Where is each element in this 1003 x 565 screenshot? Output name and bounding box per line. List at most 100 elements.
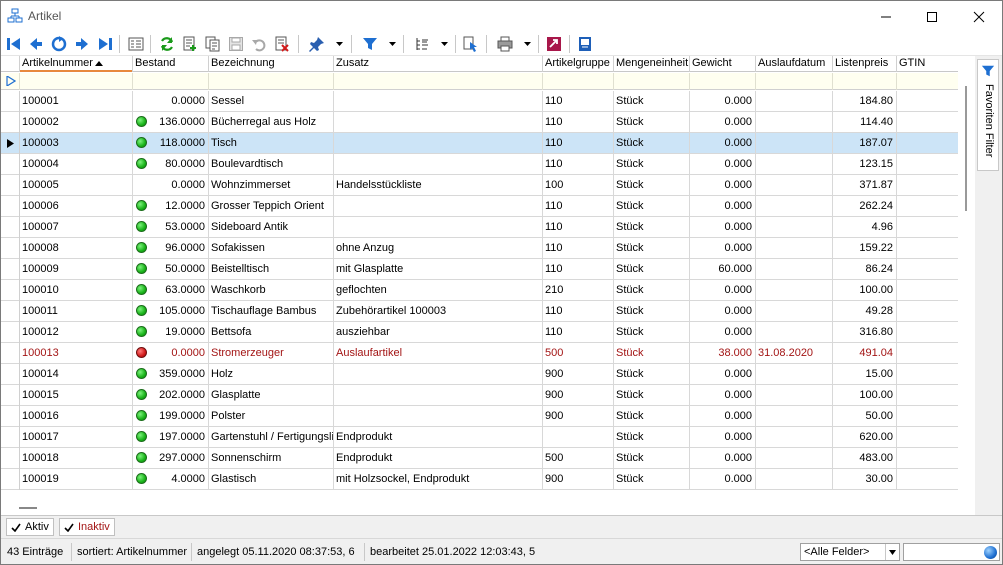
cell-bestand[interactable]: 19.0000 — [133, 322, 209, 342]
cell-mengeneinheit[interactable]: Stück — [614, 238, 690, 258]
cell-artikelgruppe[interactable]: 110 — [543, 217, 614, 237]
column-header-artikelgruppe[interactable]: Artikelgruppe — [543, 56, 614, 72]
cell-zusatz[interactable] — [334, 385, 543, 405]
row-indicator[interactable] — [1, 448, 20, 469]
column-header-bezeichnung[interactable]: Bezeichnung — [209, 56, 334, 72]
cell-mengeneinheit[interactable]: Stück — [614, 259, 690, 279]
new-record-button[interactable] — [180, 34, 200, 54]
cell-mengeneinheit[interactable]: Stück — [614, 322, 690, 342]
cell-zusatz[interactable]: geflochten — [334, 280, 543, 300]
table-row[interactable]: 100019 4.0000 Glastisch mit Holzsockel, End… — [1, 469, 958, 490]
table-row[interactable]: 100012 19.0000 Bettsofa ausziehbar 110 Stück 0… — [1, 322, 958, 343]
cell-bezeichnung[interactable]: Boulevardtisch — [209, 154, 334, 174]
cell-mengeneinheit[interactable]: Stück — [614, 301, 690, 321]
cell-bestand[interactable]: 80.0000 — [133, 154, 209, 174]
cell-bezeichnung[interactable]: Waschkorb — [209, 280, 334, 300]
cell-listenpreis[interactable]: 114.40 — [833, 112, 897, 132]
cell-auslaufdatum[interactable] — [756, 427, 833, 447]
detail-view-button[interactable] — [126, 34, 146, 54]
cell-bezeichnung[interactable]: Sideboard Antik — [209, 217, 334, 237]
cell-artikelnummer[interactable]: 100013 — [20, 343, 133, 363]
cell-artikelgruppe[interactable]: 110 — [543, 196, 614, 216]
table-row[interactable]: 100003 118.0000 Tisch 110 Stück 0.000 187.07 — [1, 133, 958, 154]
cell-artikelnummer[interactable]: 100012 — [20, 322, 133, 342]
cell-artikelnummer[interactable]: 100011 — [20, 301, 133, 321]
cell-artikelgruppe[interactable]: 110 — [543, 238, 614, 258]
row-indicator[interactable] — [1, 469, 20, 490]
cell-listenpreis[interactable]: 184.80 — [833, 91, 897, 111]
cell-artikelgruppe[interactable]: 500 — [543, 448, 614, 468]
cell-listenpreis[interactable]: 100.00 — [833, 385, 897, 405]
cell-bestand[interactable]: 96.0000 — [133, 238, 209, 258]
cell-listenpreis[interactable]: 620.00 — [833, 427, 897, 447]
row-indicator[interactable] — [1, 91, 20, 112]
cell-gtin[interactable] — [897, 175, 958, 195]
cell-auslaufdatum[interactable] — [756, 112, 833, 132]
table-row[interactable]: 100005 0.0000 Wohnzimmerset Handelsstücklis… — [1, 175, 958, 196]
cell-auslaufdatum[interactable] — [756, 238, 833, 258]
row-indicator[interactable] — [1, 238, 20, 259]
search-globe-icon[interactable] — [984, 546, 997, 559]
cell-gtin[interactable] — [897, 217, 958, 237]
cell-auslaufdatum[interactable] — [756, 280, 833, 300]
column-header-auslaufdatum[interactable]: Auslaufdatum — [756, 56, 833, 72]
filter-cell-bestand[interactable] — [133, 73, 209, 90]
cell-auslaufdatum[interactable] — [756, 448, 833, 468]
cell-bezeichnung[interactable]: Wohnzimmerset — [209, 175, 334, 195]
cell-artikelnummer[interactable]: 100003 — [20, 133, 133, 153]
cell-artikelnummer[interactable]: 100004 — [20, 154, 133, 174]
cell-zusatz[interactable] — [334, 91, 543, 111]
cell-gewicht[interactable]: 0.000 — [690, 112, 756, 132]
cell-gtin[interactable] — [897, 259, 958, 279]
row-indicator[interactable] — [1, 112, 20, 133]
cell-gtin[interactable] — [897, 364, 958, 384]
cell-artikelnummer[interactable]: 100018 — [20, 448, 133, 468]
cell-gewicht[interactable]: 0.000 — [690, 322, 756, 342]
row-indicator[interactable] — [1, 196, 20, 217]
cell-artikelgruppe[interactable]: 110 — [543, 112, 614, 132]
cell-artikelgruppe[interactable]: 110 — [543, 322, 614, 342]
row-indicator[interactable] — [1, 385, 20, 406]
column-header-listenpreis[interactable]: Listenpreis — [833, 56, 897, 72]
delete-record-button[interactable] — [272, 34, 292, 54]
cell-auslaufdatum[interactable] — [756, 175, 833, 195]
cell-listenpreis[interactable]: 483.00 — [833, 448, 897, 468]
dropdown-button[interactable] — [885, 544, 899, 560]
cell-zusatz[interactable] — [334, 406, 543, 426]
table-row[interactable]: 100001 0.0000 Sessel 110 Stück 0.000 184.80 — [1, 91, 958, 112]
cell-zusatz[interactable] — [334, 133, 543, 153]
cell-auslaufdatum[interactable] — [756, 196, 833, 216]
table-row[interactable]: 100009 50.0000 Beistelltisch mit Glasplatte… — [1, 259, 958, 280]
cell-gtin[interactable] — [897, 385, 958, 405]
cell-artikelnummer[interactable]: 100010 — [20, 280, 133, 300]
cell-listenpreis[interactable]: 159.22 — [833, 238, 897, 258]
cell-artikelnummer[interactable]: 100009 — [20, 259, 133, 279]
cell-gewicht[interactable]: 0.000 — [690, 448, 756, 468]
row-indicator[interactable] — [1, 133, 20, 154]
cell-mengeneinheit[interactable]: Stück — [614, 133, 690, 153]
chevron-down-icon[interactable] — [336, 41, 343, 47]
row-indicator[interactable] — [1, 280, 20, 301]
cell-artikelgruppe[interactable]: 900 — [543, 385, 614, 405]
cell-bestand[interactable]: 12.0000 — [133, 196, 209, 216]
cell-gewicht[interactable]: 0.000 — [690, 91, 756, 111]
vertical-scrollbar[interactable] — [958, 56, 975, 515]
cell-listenpreis[interactable]: 100.00 — [833, 280, 897, 300]
cell-auslaufdatum[interactable] — [756, 217, 833, 237]
cell-gtin[interactable] — [897, 427, 958, 447]
cell-zusatz[interactable]: ohne Anzug — [334, 238, 543, 258]
cell-gewicht[interactable]: 0.000 — [690, 196, 756, 216]
cell-bezeichnung[interactable]: Tisch — [209, 133, 334, 153]
cell-mengeneinheit[interactable]: Stück — [614, 217, 690, 237]
cell-bestand[interactable]: 118.0000 — [133, 133, 209, 153]
table-row[interactable]: 100010 63.0000 Waschkorb geflochten 210 Stück… — [1, 280, 958, 301]
cell-gewicht[interactable]: 38.000 — [690, 343, 756, 363]
cell-zusatz[interactable]: mit Glasplatte — [334, 259, 543, 279]
cell-gewicht[interactable]: 0.000 — [690, 301, 756, 321]
scrollbar-thumb[interactable] — [965, 86, 967, 211]
cell-bestand[interactable]: 297.0000 — [133, 448, 209, 468]
cell-bestand[interactable]: 50.0000 — [133, 259, 209, 279]
cell-gtin[interactable] — [897, 301, 958, 321]
cell-auslaufdatum[interactable] — [756, 301, 833, 321]
tree-view-button[interactable] — [412, 34, 432, 54]
